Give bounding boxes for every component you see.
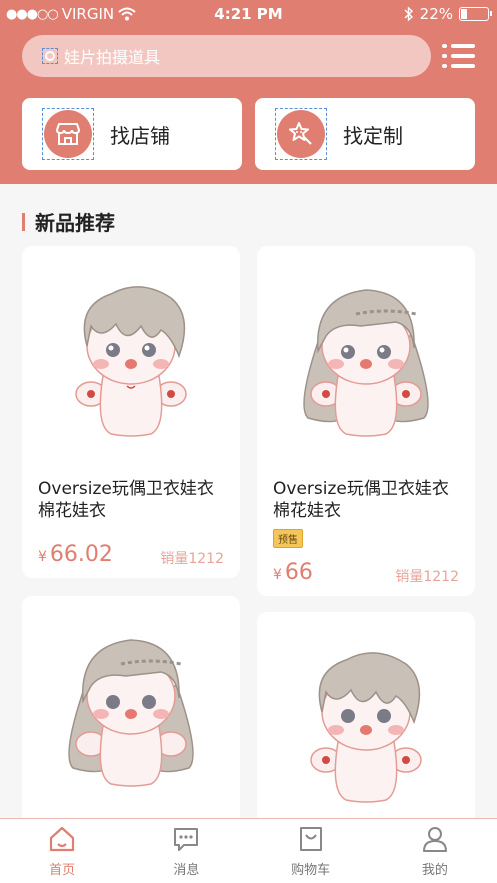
find-custom-label: 找定制 bbox=[343, 123, 403, 148]
find-store-button[interactable]: 找店铺 bbox=[22, 98, 242, 170]
product-card[interactable] bbox=[22, 596, 240, 826]
profile-icon bbox=[422, 826, 447, 852]
find-store-label: 找店铺 bbox=[110, 123, 170, 148]
presale-badge: 预售 bbox=[273, 529, 303, 548]
product-card[interactable]: Oversize玩偶卫衣娃衣 棉花娃衣 ¥66.02 销量1212 bbox=[22, 246, 240, 578]
product-price: ¥66.02 bbox=[38, 542, 113, 567]
message-icon bbox=[174, 827, 199, 851]
battery-percent: 22% bbox=[419, 5, 453, 23]
tab-label: 消息 bbox=[173, 862, 200, 878]
product-image bbox=[22, 596, 240, 816]
bottom-tab-bar: 首页 消息 购物车 我的 bbox=[0, 818, 497, 883]
product-card[interactable]: Oversize玩偶卫衣娃衣 棉花娃衣 预售 ¥66 销量1212 bbox=[257, 246, 475, 596]
section-header: 新品推荐 bbox=[22, 207, 115, 236]
product-name: Oversize玩偶卫衣娃衣 棉花娃衣 bbox=[273, 479, 449, 521]
category-menu-button[interactable] bbox=[442, 40, 476, 72]
tab-label: 我的 bbox=[421, 862, 448, 878]
tab-cart[interactable]: 购物车 bbox=[249, 819, 373, 883]
custom-star-icon bbox=[275, 108, 327, 160]
tab-messages[interactable]: 消息 bbox=[124, 819, 248, 883]
tab-profile[interactable]: 我的 bbox=[373, 819, 497, 883]
section-accent-bar bbox=[22, 212, 25, 231]
product-sales: 销量1212 bbox=[395, 569, 459, 585]
store-icon bbox=[42, 108, 94, 160]
search-bar[interactable]: 娃片拍摄道具 bbox=[22, 35, 431, 77]
section-title: 新品推荐 bbox=[35, 211, 115, 235]
product-price: ¥66 bbox=[273, 560, 313, 585]
product-name: Oversize玩偶卫衣娃衣 棉花娃衣 bbox=[38, 479, 214, 521]
product-image bbox=[257, 612, 475, 826]
search-icon bbox=[42, 48, 58, 64]
status-bar: ●●●○○ VIRGIN 4:21 PM 22% bbox=[0, 0, 497, 30]
tab-label: 购物车 bbox=[291, 862, 331, 878]
battery-icon bbox=[459, 7, 492, 21]
find-custom-button[interactable]: 找定制 bbox=[255, 98, 475, 170]
tab-home[interactable]: 首页 bbox=[0, 819, 124, 883]
product-card[interactable] bbox=[257, 612, 475, 826]
product-image bbox=[257, 246, 475, 466]
search-placeholder: 娃片拍摄道具 bbox=[64, 48, 161, 67]
cart-bag-icon bbox=[299, 826, 322, 851]
home-icon bbox=[50, 826, 75, 851]
product-image bbox=[22, 246, 240, 466]
product-sales: 销量1212 bbox=[160, 551, 224, 567]
tab-label: 首页 bbox=[49, 862, 76, 878]
bluetooth-icon bbox=[404, 6, 413, 22]
